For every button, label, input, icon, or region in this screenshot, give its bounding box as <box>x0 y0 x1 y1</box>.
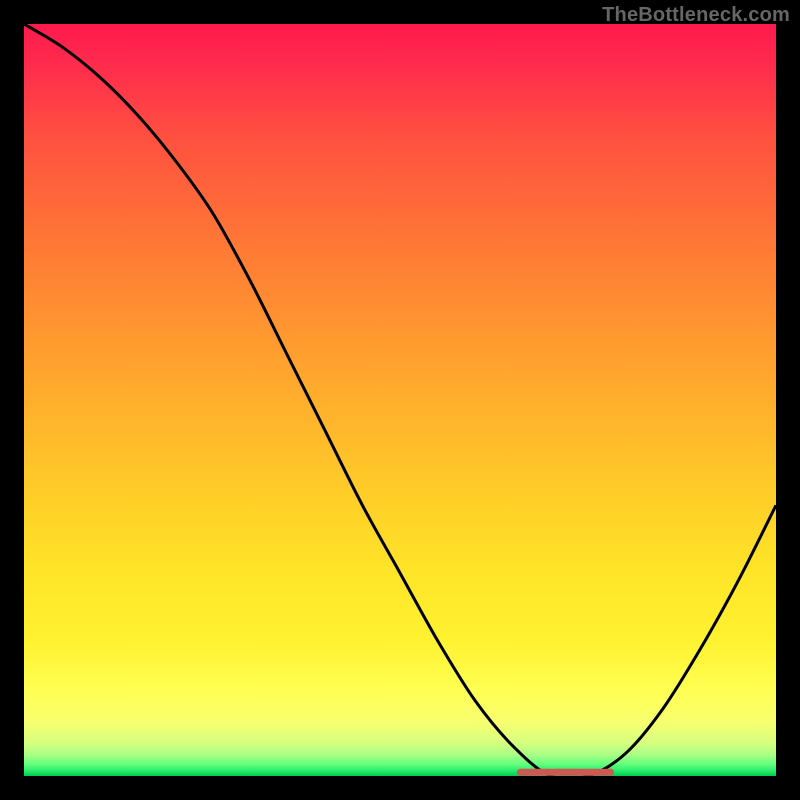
curve-layer <box>24 24 776 776</box>
chart-container: TheBottleneck.com <box>0 0 800 800</box>
plot-area <box>24 24 776 776</box>
watermark-label: TheBottleneck.com <box>602 4 790 27</box>
bottleneck-curve <box>24 24 776 776</box>
